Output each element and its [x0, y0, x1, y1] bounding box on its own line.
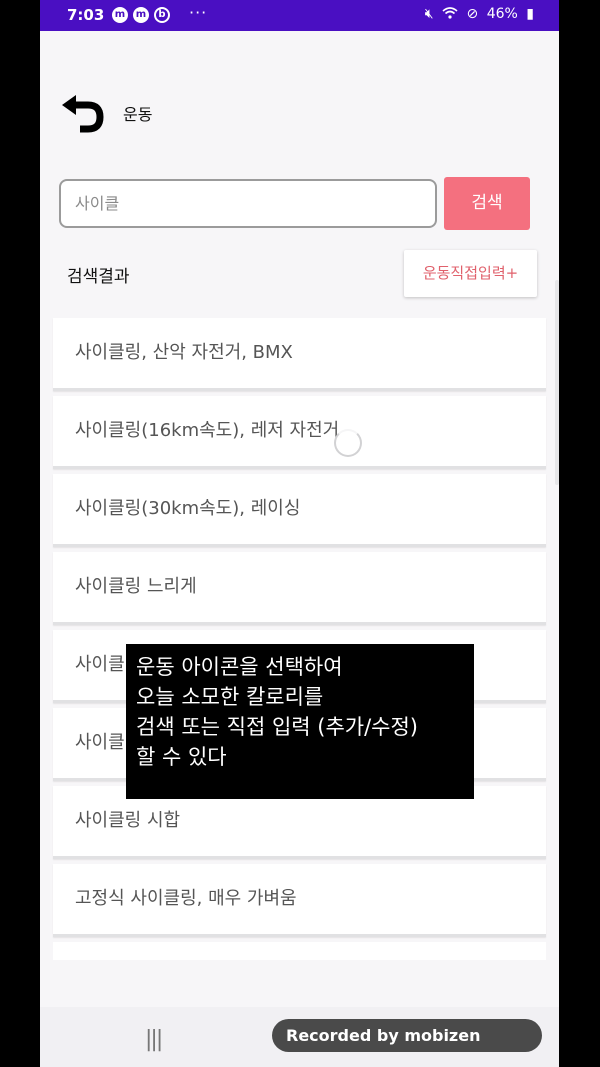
direct-input-button[interactable]: 운동직접입력+ [404, 250, 537, 297]
search-input[interactable]: 사이클 [59, 179, 437, 228]
battery-level: 46% [486, 6, 518, 22]
scrollbar[interactable] [555, 280, 559, 485]
results-list: 사이클링, 산악 자전거, BMX 사이클링(16km속도), 레저 자전거 사… [53, 318, 546, 960]
wifi-icon [442, 6, 462, 22]
app-screen: 7:03 m m b ··· 🔇︎ ⊘ 46% ▮ 운동 사이클 검색 검색결과… [40, 0, 559, 1067]
back-button[interactable] [58, 89, 106, 133]
list-item[interactable]: 사이클링(30km속도), 레이싱 [53, 474, 546, 547]
loading-spinner-icon [334, 429, 362, 457]
list-item[interactable] [53, 942, 546, 960]
list-item[interactable]: 사이클링(16km속도), 레저 자전거 [53, 396, 546, 469]
status-bar: 7:03 m m b ··· 🔇︎ ⊘ 46% ▮ [40, 0, 559, 31]
status-time: 7:03 [67, 6, 105, 24]
page-title: 운동 [123, 105, 153, 124]
dnd-icon: ⊘ [466, 6, 479, 22]
recent-apps-button[interactable]: ||| [145, 1027, 163, 1052]
status-icons: 🔇︎ ⊘ 46% ▮ [421, 6, 534, 22]
mute-icon: 🔇︎ [424, 6, 434, 22]
notification-icon: m [112, 7, 128, 23]
caption-line: 검색 또는 직접 입력 (추가/수정) [136, 715, 419, 739]
more-notifications-icon: ··· [189, 3, 208, 22]
list-item[interactable]: 사이클링, 산악 자전거, BMX [53, 318, 546, 391]
caption-line: 운동 아이콘을 선택하여 [136, 655, 343, 679]
caption-overlay: 운동 아이콘을 선택하여 오늘 소모한 칼로리를 검색 또는 직접 입력 (추가… [126, 644, 474, 799]
recording-watermark: Recorded by mobizen [272, 1019, 542, 1052]
results-heading: 검색결과 [67, 267, 130, 287]
search-button[interactable]: 검색 [444, 177, 530, 230]
list-item[interactable]: 고정식 사이클링, 매우 가벼움 [53, 864, 546, 937]
caption-line: 할 수 있다 [136, 745, 227, 769]
notification-icon: m [133, 7, 149, 23]
notification-icon: b [154, 7, 170, 23]
caption-line: 오늘 소모한 칼로리를 [136, 685, 324, 709]
list-item[interactable]: 사이클링 느리게 [53, 552, 546, 625]
back-arrow-icon [62, 95, 104, 133]
battery-icon: ▮ [526, 6, 534, 22]
